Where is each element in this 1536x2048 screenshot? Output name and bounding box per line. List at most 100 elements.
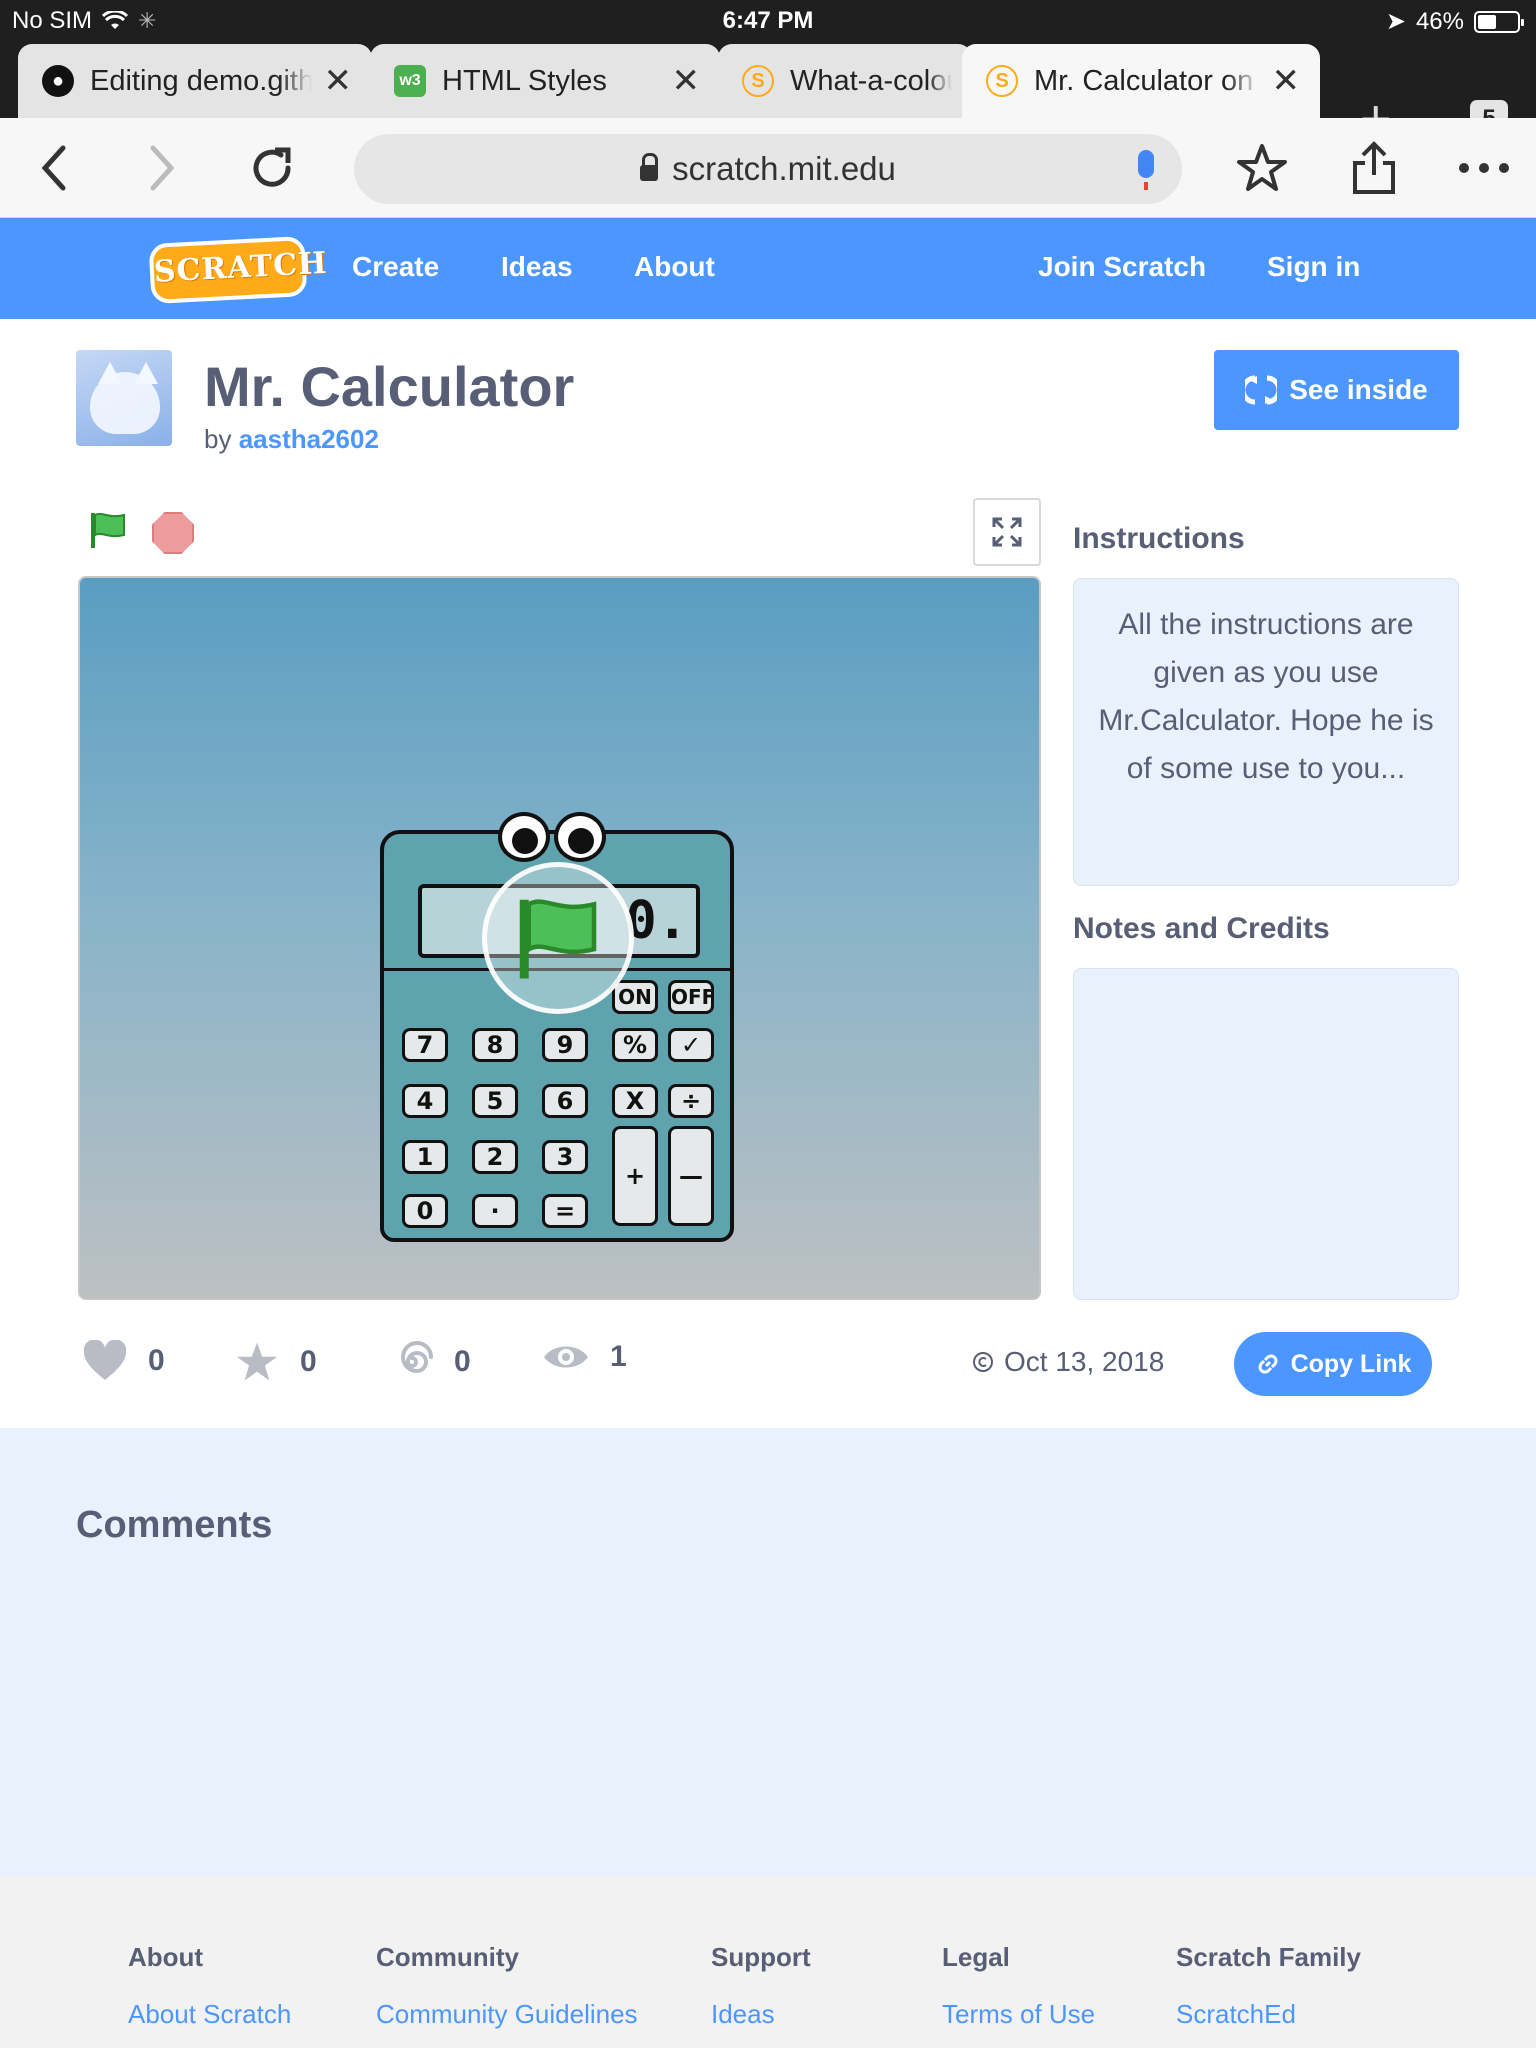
calc-key-multiply: X (612, 1084, 658, 1118)
nav-join-scratch[interactable]: Join Scratch (1038, 251, 1206, 283)
by-label: by (204, 424, 232, 454)
love-count: 0 (148, 1344, 165, 1377)
calc-key-percent: % (612, 1028, 658, 1062)
eye-icon (544, 1346, 588, 1368)
tab-editing-demo[interactable]: ● Editing demo.github ✕ (18, 44, 372, 118)
battery-percent: 46% (1415, 7, 1464, 35)
views-stat: 1 (542, 1340, 630, 1374)
copyright-icon (973, 1352, 993, 1372)
comments-heading: Comments (76, 1504, 273, 1546)
remix-arrows-icon (1245, 375, 1278, 405)
ios-status-bar: No SIM ✳ 6:47 PM ➤ 46% (0, 0, 1536, 40)
microphone-icon[interactable] (1138, 150, 1154, 190)
calc-key-equals: = (542, 1194, 588, 1228)
shared-date: Oct 13, 2018 (972, 1346, 1164, 1378)
tab-close-icon[interactable]: ✕ (672, 61, 701, 101)
lock-icon (640, 153, 659, 181)
nav-about[interactable]: About (634, 251, 715, 283)
calc-key-9: 9 (542, 1028, 588, 1062)
calc-key-5: 5 (472, 1084, 518, 1118)
love-stat[interactable]: 0 (82, 1340, 168, 1382)
footer-link[interactable]: Community Guidelines (376, 1999, 638, 2030)
calc-key-0: 0 (402, 1194, 448, 1228)
green-flag-icon[interactable] (88, 510, 128, 550)
more-menu-icon[interactable] (1456, 140, 1512, 196)
calc-key-3: 3 (542, 1140, 588, 1174)
footer-link[interactable]: ScratchEd (1176, 1999, 1361, 2030)
comments-section: Comments (0, 1428, 1536, 1876)
fullscreen-button[interactable] (973, 498, 1041, 566)
calc-key-on: ON (612, 980, 658, 1014)
remix-spiral-icon (401, 1341, 433, 1374)
nav-ideas[interactable]: Ideas (501, 251, 573, 283)
scratch-navbar: SCRATCH Create Ideas About Join Scratch … (0, 218, 1536, 319)
footer-heading: Support (711, 1942, 811, 1972)
notes-heading: Notes and Credits (1073, 912, 1330, 945)
footer-col-scratch-family: Scratch Family ScratchEd (1176, 1942, 1361, 2048)
instructions-box: All the instructions are given as you us… (1073, 578, 1459, 886)
instructions-heading: Instructions (1073, 522, 1245, 555)
location-arrow-icon: ➤ (1385, 8, 1406, 35)
reload-icon[interactable] (244, 140, 300, 196)
calculator-eye-right (554, 812, 606, 862)
browser-toolbar: scratch.mit.edu (0, 118, 1536, 218)
footer-heading: Legal (942, 1942, 1010, 1972)
calculator-eye-left (498, 812, 550, 862)
views-count: 1 (610, 1340, 627, 1373)
site-footer: About About Scratch Community Community … (0, 1876, 1536, 2048)
see-inside-button[interactable]: See inside (1214, 350, 1459, 430)
footer-heading: Community (376, 1942, 519, 1972)
github-icon: ● (42, 65, 74, 97)
link-icon (1258, 1354, 1278, 1374)
calc-key-decimal: · (472, 1194, 518, 1228)
notes-text (1074, 969, 1458, 1013)
calc-key-plus: + (612, 1126, 658, 1226)
instructions-text: All the instructions are given as you us… (1098, 608, 1434, 785)
calc-key-7: 7 (402, 1028, 448, 1062)
footer-link[interactable]: Ideas (711, 1999, 811, 2030)
stop-sign-icon[interactable] (152, 512, 194, 554)
tab-close-icon[interactable]: ✕ (1272, 61, 1301, 101)
tab-html-styles[interactable]: w3 HTML Styles ✕ (370, 44, 720, 118)
back-arrow-icon[interactable] (26, 140, 82, 196)
share-icon[interactable] (1346, 140, 1402, 196)
scratch-logo[interactable]: SCRATCH (148, 235, 328, 305)
bookmark-star-icon[interactable] (1234, 140, 1290, 196)
favorite-stat[interactable]: 0 (234, 1340, 320, 1384)
project-title: Mr. Calculator (204, 355, 575, 418)
calc-key-4: 4 (402, 1084, 448, 1118)
footer-col-legal: Legal Terms of Use (942, 1942, 1095, 2048)
calc-key-divide: ÷ (668, 1084, 714, 1118)
favorite-count: 0 (300, 1345, 317, 1378)
battery-icon (1474, 10, 1524, 33)
footer-col-about: About About Scratch (128, 1942, 291, 2048)
project-stage[interactable]: 0. ON OFF 7 8 9 % ✓ 4 5 6 X ÷ 1 2 3 0 · … (78, 576, 1041, 1300)
calc-key-minus: — (668, 1126, 714, 1226)
tab-mr-calculator[interactable]: S Mr. Calculator on Scratch ✕ (962, 44, 1320, 118)
calc-key-2: 2 (472, 1140, 518, 1174)
scratch-icon: S (742, 65, 774, 97)
footer-col-community: Community Community Guidelines (376, 1942, 638, 2048)
nav-sign-in[interactable]: Sign in (1267, 251, 1360, 283)
fullscreen-icon (992, 517, 1022, 547)
url-text: scratch.mit.edu (672, 150, 896, 187)
address-bar[interactable]: scratch.mit.edu (354, 134, 1182, 204)
footer-link[interactable]: About Scratch (128, 1999, 291, 2030)
copy-link-button[interactable]: Copy Link (1234, 1332, 1432, 1396)
nav-create[interactable]: Create (352, 251, 439, 283)
tab-close-icon[interactable]: ✕ (324, 61, 353, 101)
footer-heading: Scratch Family (1176, 1942, 1361, 1972)
author-link[interactable]: aastha2602 (239, 424, 379, 454)
footer-col-support: Support Ideas (711, 1942, 811, 2048)
forward-arrow-icon[interactable] (134, 140, 190, 196)
remix-count: 0 (454, 1345, 471, 1378)
calc-key-1: 1 (402, 1140, 448, 1174)
tab-what-a-colour[interactable]: S What-a-colour (718, 44, 972, 118)
green-flag-overlay[interactable] (482, 862, 634, 1014)
author-avatar[interactable] (76, 350, 172, 446)
calc-key-8: 8 (472, 1028, 518, 1062)
scratch-icon: S (986, 65, 1018, 97)
calc-key-6: 6 (542, 1084, 588, 1118)
browser-tab-strip: ● Editing demo.github ✕ w3 HTML Styles ✕… (0, 40, 1536, 146)
footer-link[interactable]: Terms of Use (942, 1999, 1095, 2030)
